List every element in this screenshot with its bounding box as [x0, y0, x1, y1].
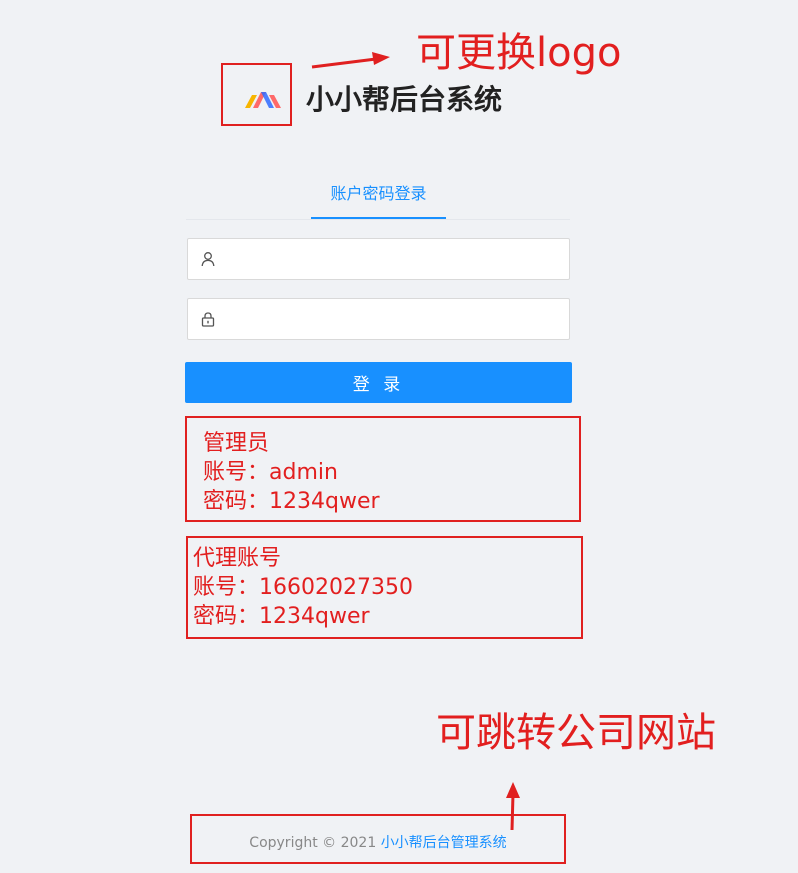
agent-account-line: 账号：16602027350	[193, 575, 413, 600]
agent-password-line: 密码：1234qwer	[193, 604, 370, 629]
footer-copyright: Copyright © 2021 小小帮后台管理系统	[190, 832, 566, 854]
app-title: 小小帮后台系统	[306, 83, 503, 116]
login-button[interactable]: 登 录	[185, 362, 572, 403]
username-field[interactable]	[187, 238, 570, 281]
website-annotation: 可跳转公司网站	[436, 710, 716, 756]
password-input[interactable]	[226, 299, 560, 341]
agent-credentials-box: 代理账号 账号：16602027350 密码：1234qwer	[186, 536, 583, 639]
tabs-divider	[186, 219, 570, 220]
password-field[interactable]	[187, 298, 570, 341]
copyright-text: Copyright © 2021	[249, 835, 381, 851]
logo-annotation-arrow	[311, 52, 390, 69]
agent-credentials-title: 代理账号	[193, 546, 282, 571]
app-logo-icon	[245, 92, 281, 108]
admin-account-line: 账号：admin	[203, 460, 338, 485]
tab-account-password-login[interactable]: 账户密码登录	[311, 180, 446, 208]
admin-password-line: 密码：1234qwer	[203, 489, 380, 514]
logo-annotation: 可更换logo	[416, 30, 622, 76]
username-input[interactable]	[226, 239, 560, 281]
company-website-link[interactable]: 小小帮后台管理系统	[381, 835, 507, 851]
admin-credentials-title: 管理员	[203, 431, 270, 456]
lock-icon	[201, 312, 215, 327]
tab-active-indicator	[311, 217, 446, 219]
admin-credentials-box: 管理员 账号：admin 密码：1234qwer	[185, 416, 581, 522]
user-icon	[201, 252, 215, 267]
